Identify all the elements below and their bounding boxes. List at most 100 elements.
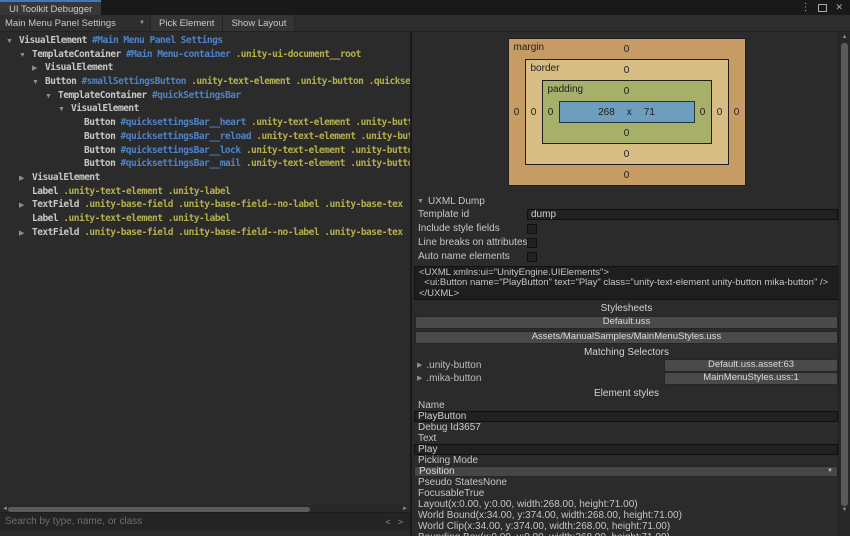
- maximize-icon[interactable]: [818, 3, 828, 12]
- selector-name: .unity-button: [426, 359, 482, 371]
- tree-item[interactable]: Label .unity-text-element .unity-label: [0, 212, 410, 226]
- element-style-label: Picking Mode: [418, 454, 479, 466]
- toolbar: Main Menu Panel Settings ▼ Pick Element …: [0, 15, 850, 32]
- chevron-down-icon[interactable]: ▼: [19, 49, 32, 62]
- vertical-scrollbar-thumb[interactable]: [841, 43, 848, 506]
- panel-picker-dropdown[interactable]: Main Menu Panel Settings ▼: [0, 15, 151, 31]
- tree-item[interactable]: Button #quicksettingsBar__reload .unity-…: [0, 130, 410, 144]
- tree-item[interactable]: ▶ VisualElement: [0, 61, 410, 75]
- tree-item[interactable]: Label .unity-text-element .unity-label: [0, 185, 410, 199]
- search-next-button[interactable]: >: [398, 517, 410, 527]
- element-style-label: Focusable: [418, 487, 465, 499]
- tree-item[interactable]: ▼ VisualElement: [0, 102, 410, 116]
- matching-selectors-header: Matching Selectors: [583, 346, 670, 358]
- tree-item-classes: .unity-base-field .unity-base-field--no-…: [84, 199, 408, 211]
- tree-item[interactable]: ▶ TextField .unity-base-field .unity-base…: [0, 226, 410, 240]
- element-style-value: (x:0.00, y:0.00, width:268.00, height:71…: [480, 532, 670, 536]
- uxml-code-line: </UXML>: [419, 287, 460, 299]
- checkbox[interactable]: [527, 251, 537, 262]
- show-layout-label: Show Layout: [231, 17, 287, 29]
- uxml-dump-foldout[interactable]: ▼ UXML Dump: [414, 196, 839, 207]
- vertical-scrollbar[interactable]: ▲ ▼: [838, 32, 850, 536]
- stylesheets-list: Default.uss Assets/ManualSamples/MainMenu…: [414, 315, 839, 344]
- show-layout-button[interactable]: Show Layout: [223, 15, 296, 31]
- padding-right-value: 0: [699, 106, 706, 118]
- box-content: 268 x 71: [558, 101, 695, 123]
- element-style-row: Name PlayButton: [414, 400, 839, 422]
- tree-item-type: Button: [84, 130, 121, 142]
- element-style-rows: Name PlayButton Debug Id3657 Text Play Pickin…: [414, 400, 839, 536]
- stylesheet-button[interactable]: Default.uss: [415, 315, 838, 329]
- element-style-row: World Clip(x:34.00, y:374.00, width:268.…: [414, 521, 839, 532]
- box-margin: margin 0 0 border 0 0 padding 0 0 268 x …: [507, 38, 746, 186]
- selectors-list: ▶ .unity-button Default.uss.asset:63 ▶ .mika…: [414, 358, 839, 385]
- stylesheet-button[interactable]: Assets/ManualSamples/MainMenuStyles.uss: [415, 330, 838, 344]
- tree-item-classes: .unity-text-element .unity-button: [256, 130, 410, 142]
- chevron-down-icon[interactable]: ▼: [45, 90, 58, 103]
- selector-foldout[interactable]: ▶ .unity-button: [414, 360, 664, 371]
- chevron-down-icon[interactable]: ▼: [58, 103, 71, 116]
- horizontal-scrollbar-thumb[interactable]: [8, 506, 310, 512]
- window-tab[interactable]: UI Toolkit Debugger: [0, 0, 102, 15]
- element-style-label: Pseudo States: [418, 476, 484, 488]
- checkbox[interactable]: [527, 237, 537, 248]
- tree-item-type: Label: [32, 185, 64, 197]
- tree-item-type: Label: [32, 212, 64, 224]
- tree-item[interactable]: ▼ TemplateContainer #quickSettingsBar: [0, 89, 410, 103]
- selector-source-button[interactable]: MainMenuStyles.uss:1: [664, 371, 838, 385]
- chevron-right-icon[interactable]: ▶: [19, 199, 32, 212]
- padding-bottom-value: 0: [623, 127, 630, 139]
- uxml-option-label: Auto name elements: [418, 251, 510, 263]
- checkbox[interactable]: [527, 223, 537, 234]
- element-style-row: World Bound(x:34.00, y:374.00, width:268…: [414, 510, 839, 521]
- element-style-row: Text Play: [414, 433, 839, 455]
- chevron-down-icon[interactable]: ▼: [32, 76, 45, 89]
- tree-item-classes: .unity-text-element .unity-button .quick…: [191, 76, 410, 88]
- tree-item[interactable]: Button #quicksettingsBar__heart .unity-t…: [0, 116, 410, 130]
- chevron-down-icon[interactable]: ▼: [6, 35, 19, 48]
- element-style-value: None: [483, 476, 507, 488]
- element-style-field[interactable]: PlayButton: [414, 410, 838, 422]
- tree-item[interactable]: Button #quicksettingsBar__lock .unity-te…: [0, 144, 410, 158]
- chevron-right-icon: ▶: [417, 362, 423, 370]
- scroll-down-icon[interactable]: ▼: [839, 505, 850, 515]
- tree-item[interactable]: ▼ TemplateContainer #Main Menu-container …: [0, 48, 410, 62]
- search-input[interactable]: [0, 516, 379, 527]
- template-id-field[interactable]: dump: [527, 208, 838, 220]
- ui-toolkit-debugger-window: UI Toolkit Debugger ⋮ ✕ Main Menu Panel …: [0, 0, 850, 536]
- panel-picker-label: Main Menu Panel Settings: [5, 17, 116, 29]
- tree-item[interactable]: ▼ VisualElement #Main Menu Panel Settings: [0, 34, 410, 48]
- matching-selector-row: ▶ .mika-button MainMenuStyles.uss:1: [414, 371, 839, 385]
- padding-bottom-row: 0: [543, 123, 711, 143]
- pick-element-button[interactable]: Pick Element: [151, 15, 224, 31]
- matching-selector-row: ▶ .unity-button Default.uss.asset:63: [414, 358, 839, 372]
- element-style-value: (x:34.00, y:374.00, width:268.00, height…: [475, 509, 682, 521]
- tree-item[interactable]: ▼ Button #smallSettingsButton .unity-text…: [0, 75, 410, 89]
- selector-foldout[interactable]: ▶ .mika-button: [414, 373, 664, 384]
- inspector-scroll-content: margin 0 0 border 0 0 padding 0 0 268 x …: [414, 32, 839, 536]
- chevron-right-icon[interactable]: ▶: [19, 172, 32, 185]
- tree-item[interactable]: Button #quicksettingsBar__mail .unity-te…: [0, 157, 410, 171]
- padding-left-value: 0: [547, 106, 554, 118]
- chevron-right-icon[interactable]: ▶: [32, 62, 45, 75]
- element-tree: ▼ VisualElement #Main Menu Panel Settings…: [0, 34, 410, 505]
- chevron-down-icon: ▼: [139, 20, 145, 26]
- chevron-right-icon[interactable]: ▶: [19, 227, 32, 240]
- scroll-up-icon[interactable]: ▲: [839, 32, 850, 42]
- stylesheets-header: Stylesheets: [600, 302, 653, 314]
- close-icon[interactable]: ✕: [835, 2, 843, 13]
- element-style-label: Name: [418, 399, 445, 411]
- tree-item-type: Button: [45, 76, 82, 88]
- tree-item[interactable]: ▶ VisualElement: [0, 171, 410, 185]
- picking-mode-dropdown[interactable]: Position ▼: [414, 465, 838, 477]
- pick-element-label: Pick Element: [159, 17, 215, 29]
- selector-source-button[interactable]: Default.uss.asset:63: [664, 358, 838, 372]
- kebab-menu-icon[interactable]: ⋮: [800, 3, 810, 13]
- element-style-row: FocusableTrue: [414, 488, 839, 499]
- search-prev-button[interactable]: <: [378, 517, 397, 527]
- search-bar: < >: [0, 512, 410, 530]
- margin-bottom-value: 0: [623, 169, 630, 181]
- tree-item[interactable]: ▶ TextField .unity-base-field .unity-base…: [0, 198, 410, 212]
- element-style-field[interactable]: Play: [414, 443, 838, 455]
- uxml-code-output[interactable]: <UXML xmlns:ui="UnityEngine.UIElements">…: [414, 265, 839, 300]
